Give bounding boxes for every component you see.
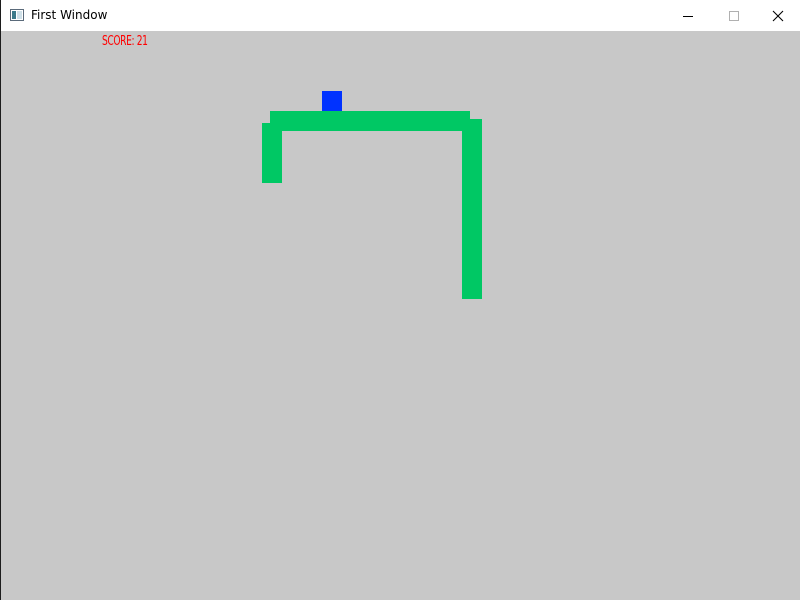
title-bar[interactable]: First Window: [1, 0, 800, 31]
game-canvas[interactable]: SCORE: 21: [2, 31, 800, 600]
snake-segment-left-vertical: [262, 123, 282, 183]
food-block: [322, 91, 342, 111]
minimize-icon: [683, 15, 693, 17]
score-label: SCORE:: [102, 34, 135, 49]
score-display: SCORE: 21: [102, 34, 148, 49]
maximize-icon: [729, 10, 739, 21]
window-icon: [10, 9, 24, 21]
score-value: 21: [136, 34, 148, 49]
snake-segment-right-vertical: [462, 119, 482, 299]
snake-segment-horizontal: [270, 111, 470, 131]
maximize-button[interactable]: [711, 0, 757, 31]
minimize-button[interactable]: [665, 0, 711, 31]
close-icon: [772, 10, 784, 21]
close-button[interactable]: [755, 0, 800, 31]
window-title: First Window: [31, 8, 108, 22]
app-window: First Window SCORE: 21: [0, 0, 800, 600]
